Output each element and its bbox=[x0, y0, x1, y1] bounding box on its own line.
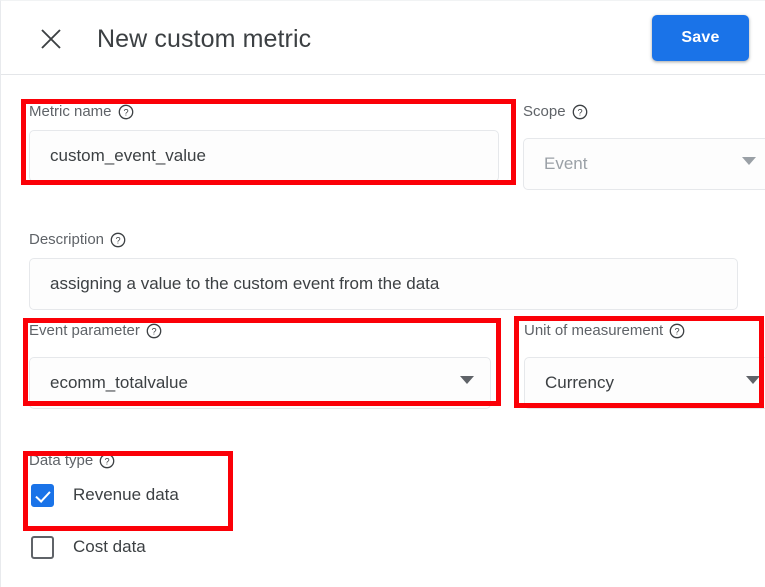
scope-select[interactable] bbox=[523, 130, 765, 190]
cost-data-checkbox[interactable] bbox=[31, 535, 54, 559]
revenue-data-checkbox-row[interactable]: Revenue data bbox=[31, 473, 179, 517]
save-button[interactable]: Save bbox=[652, 15, 749, 61]
unit-of-measurement-select[interactable] bbox=[524, 349, 765, 409]
scope-label: Scope ? bbox=[523, 102, 765, 122]
event-parameter-value[interactable] bbox=[29, 357, 491, 409]
dialog-header: New custom metric Save bbox=[1, 1, 765, 75]
help-circle-icon[interactable]: ? bbox=[110, 232, 126, 248]
description-label: Description ? bbox=[29, 230, 738, 250]
help-circle-icon[interactable]: ? bbox=[99, 453, 115, 469]
help-circle-icon[interactable]: ? bbox=[572, 104, 588, 120]
svg-text:?: ? bbox=[115, 236, 120, 246]
cost-data-checkbox-row[interactable]: Cost data bbox=[31, 525, 146, 569]
event-parameter-label-text: Event parameter bbox=[29, 322, 140, 339]
description-field-group: Description ? bbox=[29, 230, 738, 310]
page-title: New custom metric bbox=[97, 25, 312, 53]
metric-name-field-group: Metric name ? bbox=[29, 102, 499, 182]
svg-text:?: ? bbox=[151, 327, 156, 337]
close-button[interactable] bbox=[31, 22, 71, 56]
help-circle-icon[interactable]: ? bbox=[118, 104, 134, 120]
description-input[interactable] bbox=[29, 258, 738, 310]
metric-name-input[interactable] bbox=[29, 130, 499, 182]
event-parameter-label: Event parameter ? bbox=[29, 321, 491, 341]
data-type-field-group: Data type ? bbox=[29, 451, 429, 471]
unit-of-measurement-label: Unit of measurement ? bbox=[524, 321, 765, 341]
unit-of-measurement-field-group: Unit of measurement ? bbox=[524, 321, 765, 409]
event-parameter-select[interactable] bbox=[29, 349, 491, 409]
svg-text:?: ? bbox=[105, 457, 110, 467]
scope-field-group: Scope ? bbox=[523, 102, 765, 190]
scope-value[interactable] bbox=[523, 138, 765, 190]
event-parameter-field-group: Event parameter ? bbox=[29, 321, 491, 409]
data-type-label: Data type ? bbox=[29, 451, 429, 471]
revenue-data-label: Revenue data bbox=[73, 485, 179, 504]
svg-text:?: ? bbox=[675, 327, 680, 337]
unit-of-measurement-value[interactable] bbox=[524, 357, 765, 409]
help-circle-icon[interactable]: ? bbox=[669, 323, 685, 339]
svg-text:?: ? bbox=[577, 108, 582, 118]
help-circle-icon[interactable]: ? bbox=[146, 323, 162, 339]
svg-text:?: ? bbox=[123, 108, 128, 118]
new-custom-metric-dialog: New custom metric Save Metric name ? Sco… bbox=[0, 0, 765, 587]
metric-name-label: Metric name ? bbox=[29, 102, 499, 122]
data-type-label-text: Data type bbox=[29, 452, 94, 469]
revenue-data-checkbox[interactable] bbox=[31, 483, 54, 507]
cost-data-label: Cost data bbox=[73, 537, 146, 556]
scope-label-text: Scope bbox=[523, 103, 566, 120]
description-label-text: Description bbox=[29, 231, 105, 248]
unit-of-measurement-label-text: Unit of measurement bbox=[524, 322, 664, 339]
close-icon bbox=[40, 28, 62, 50]
metric-name-label-text: Metric name bbox=[29, 103, 112, 120]
